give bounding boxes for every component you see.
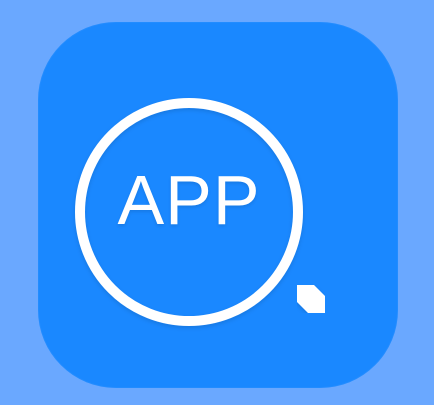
magnifier-handle: [289, 277, 333, 321]
magnifier-lens-ring: [75, 98, 303, 326]
magnifier-icon: [75, 98, 333, 326]
app-icon-tile[interactable]: APP: [38, 22, 398, 388]
icon-canvas: APP: [0, 0, 434, 405]
